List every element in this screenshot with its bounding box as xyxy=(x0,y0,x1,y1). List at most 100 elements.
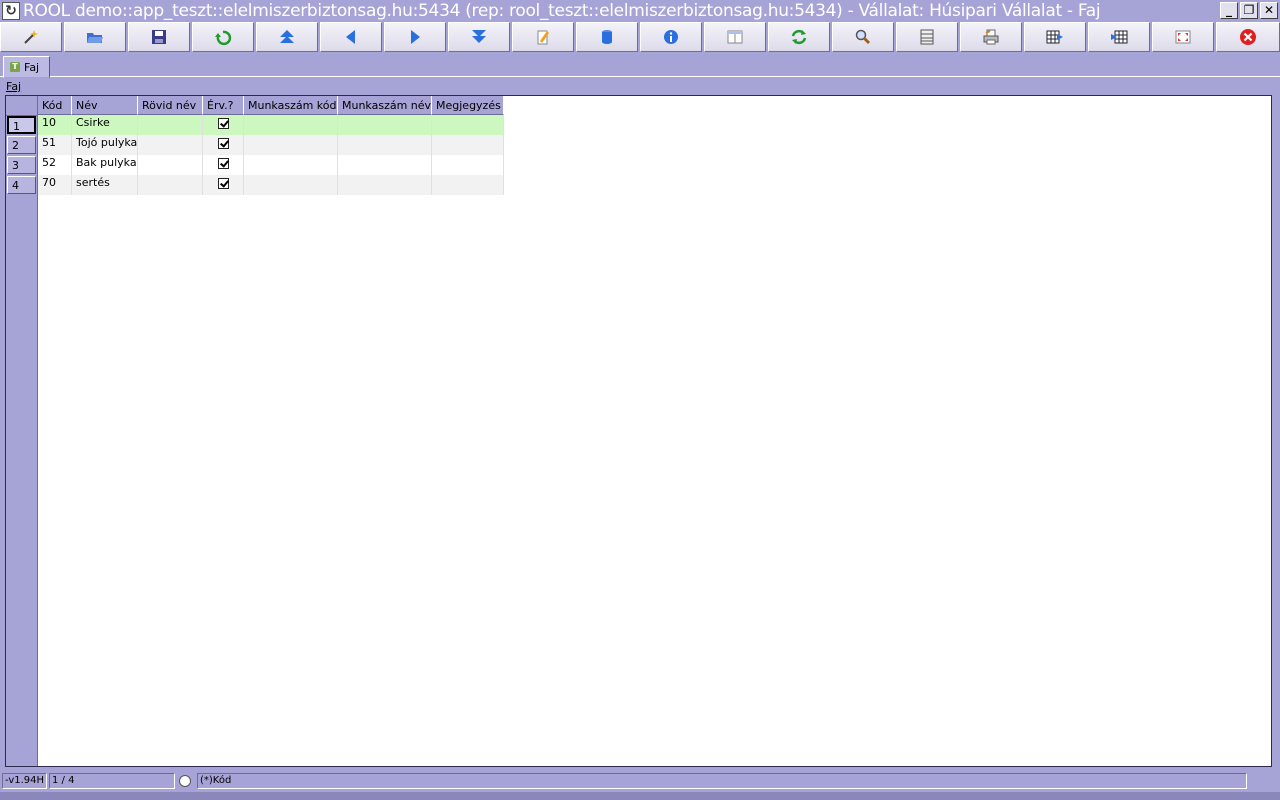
column-header-kod[interactable]: Kód xyxy=(38,96,72,115)
database-icon xyxy=(602,30,612,44)
grid-corner[interactable] xyxy=(6,96,37,116)
next-record-icon xyxy=(411,30,420,44)
pencil-icon xyxy=(537,30,549,45)
search-icon xyxy=(855,29,871,45)
prev-record-button[interactable] xyxy=(320,22,382,52)
database-button[interactable] xyxy=(576,22,638,52)
cell-rovid-nev[interactable] xyxy=(138,115,203,135)
save-button[interactable] xyxy=(128,22,190,52)
group-label: Faj xyxy=(6,80,22,93)
sort-indicator: (*)Kód xyxy=(197,773,1247,789)
valid-checkbox[interactable] xyxy=(218,178,229,189)
import-grid-button[interactable] xyxy=(1088,22,1150,52)
cell-rovid-nev[interactable] xyxy=(138,155,203,175)
filter-button[interactable] xyxy=(896,22,958,52)
first-record-icon xyxy=(280,30,294,43)
grid-export-icon xyxy=(1046,30,1063,44)
cell-kod[interactable]: 52 xyxy=(38,155,72,175)
cell-erv[interactable] xyxy=(203,115,244,135)
row-number[interactable]: 3 xyxy=(7,156,36,174)
cell-kod[interactable]: 70 xyxy=(38,175,72,195)
print-icon xyxy=(983,29,999,45)
cell-munkaszam-kod[interactable] xyxy=(244,135,338,155)
column-header-munkaszam-kod[interactable]: Munkaszám kód xyxy=(244,96,338,115)
column-header-megjegyzes[interactable]: Megjegyzés xyxy=(432,96,504,115)
cell-megjegyzes[interactable] xyxy=(432,155,504,175)
cell-erv[interactable] xyxy=(203,155,244,175)
open-button[interactable] xyxy=(64,22,126,52)
tab-faj[interactable]: T Faj xyxy=(3,56,51,78)
table-row[interactable]: 70 sertés xyxy=(38,175,504,195)
tab-strip: T Faj xyxy=(0,54,1280,78)
fit-window-button[interactable] xyxy=(1152,22,1214,52)
record-position: 1 / 4 xyxy=(49,773,175,789)
restore-button[interactable]: ❐ xyxy=(1240,2,1258,19)
cell-munkaszam-kod[interactable] xyxy=(244,115,338,135)
table-row[interactable]: 51 Tojó pulyka xyxy=(38,135,504,155)
table-row[interactable]: 10 Csirke xyxy=(38,115,504,135)
status-radio[interactable] xyxy=(179,775,191,787)
cell-kod[interactable]: 51 xyxy=(38,135,72,155)
version-label: -v1.94H xyxy=(2,773,47,789)
minimize-button[interactable]: _ xyxy=(1220,2,1238,19)
cell-nev[interactable]: Csirke xyxy=(72,115,138,135)
floppy-icon xyxy=(152,30,166,44)
last-record-button[interactable] xyxy=(448,22,510,52)
row-gutter xyxy=(6,96,38,766)
window-controls: _ ❐ ✕ xyxy=(1220,2,1278,19)
cell-munkaszam-nev[interactable] xyxy=(338,175,432,195)
filter-icon xyxy=(920,29,934,45)
cell-munkaszam-kod[interactable] xyxy=(244,175,338,195)
cell-megjegyzes[interactable] xyxy=(432,135,504,155)
prev-record-icon xyxy=(346,30,355,44)
cell-rovid-nev[interactable] xyxy=(138,135,203,155)
column-header-munkaszam-nev[interactable]: Munkaszám név xyxy=(338,96,432,115)
row-number[interactable]: 4 xyxy=(7,176,36,194)
app-icon[interactable]: ↻ xyxy=(2,2,20,20)
print-button[interactable] xyxy=(960,22,1022,52)
close-window-button[interactable]: ✕ xyxy=(1260,2,1278,19)
refresh-button[interactable] xyxy=(768,22,830,52)
cell-rovid-nev[interactable] xyxy=(138,175,203,195)
row-number[interactable]: 2 xyxy=(7,136,36,154)
cell-munkaszam-kod[interactable] xyxy=(244,155,338,175)
info-icon xyxy=(664,30,678,44)
search-button[interactable] xyxy=(832,22,894,52)
cell-munkaszam-nev[interactable] xyxy=(338,155,432,175)
toolbar xyxy=(0,22,1280,54)
export-grid-button[interactable] xyxy=(1024,22,1086,52)
last-record-icon xyxy=(472,30,486,43)
cell-megjegyzes[interactable] xyxy=(432,115,504,135)
column-header-nev[interactable]: Név xyxy=(72,96,138,115)
grid-import-icon xyxy=(1111,30,1128,44)
cell-nev[interactable]: Tojó pulyka xyxy=(72,135,138,155)
undo-button[interactable] xyxy=(192,22,254,52)
valid-checkbox[interactable] xyxy=(218,118,229,129)
cell-nev[interactable]: sertés xyxy=(72,175,138,195)
grid-rows: 10 Csirke 51 Tojó pulyka 52 Bak pulyka 7… xyxy=(38,115,504,195)
table-row[interactable]: 52 Bak pulyka xyxy=(38,155,504,175)
info-button[interactable] xyxy=(640,22,702,52)
data-grid[interactable]: 1 2 3 4 Kód Név Rövid név Érv.? Munkaszá… xyxy=(5,95,1272,767)
cell-munkaszam-nev[interactable] xyxy=(338,115,432,135)
cell-erv[interactable] xyxy=(203,175,244,195)
next-record-button[interactable] xyxy=(384,22,446,52)
new-button[interactable] xyxy=(0,22,62,52)
column-header-rovid-nev[interactable]: Rövid név xyxy=(138,96,203,115)
cell-nev[interactable]: Bak pulyka xyxy=(72,155,138,175)
column-header-erv[interactable]: Érv.? xyxy=(203,96,244,115)
row-number[interactable]: 1 xyxy=(7,116,36,134)
cell-kod[interactable]: 10 xyxy=(38,115,72,135)
valid-checkbox[interactable] xyxy=(218,158,229,169)
cell-erv[interactable] xyxy=(203,135,244,155)
close-icon xyxy=(1240,29,1256,45)
title-bar: ↻ ROOL demo::app_teszt::elelmiszerbizton… xyxy=(0,0,1280,22)
cell-munkaszam-nev[interactable] xyxy=(338,135,432,155)
close-form-button[interactable] xyxy=(1216,22,1280,52)
first-record-button[interactable] xyxy=(256,22,318,52)
form-view-button[interactable] xyxy=(704,22,766,52)
edit-button[interactable] xyxy=(512,22,574,52)
fit-window-icon xyxy=(1175,30,1191,44)
cell-megjegyzes[interactable] xyxy=(432,175,504,195)
valid-checkbox[interactable] xyxy=(218,138,229,149)
